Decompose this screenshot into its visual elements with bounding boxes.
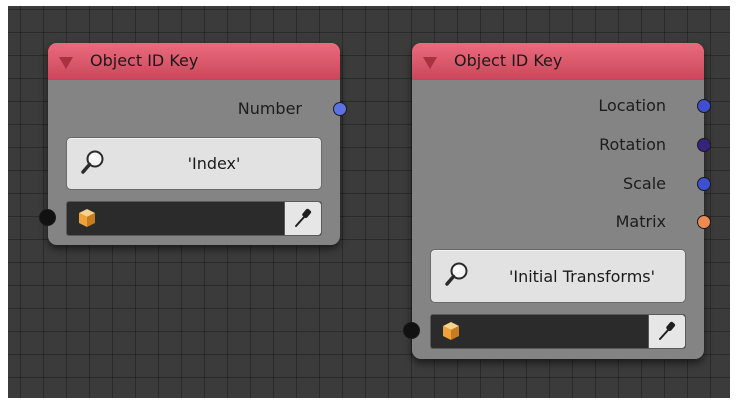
input-socket-object[interactable] xyxy=(403,322,420,339)
input-socket-object[interactable] xyxy=(39,209,56,226)
cube-icon xyxy=(79,209,95,227)
collapse-triangle-icon[interactable] xyxy=(423,57,437,69)
object-picker-field[interactable] xyxy=(66,201,322,236)
output-label-number: Number xyxy=(237,99,302,118)
output-socket-location[interactable] xyxy=(697,99,711,113)
search-icon xyxy=(445,262,468,286)
node-header[interactable]: Object ID Key xyxy=(48,43,340,80)
collapse-triangle-icon[interactable] xyxy=(59,57,73,69)
output-label-rotation: Rotation xyxy=(599,135,666,154)
output-socket-number[interactable] xyxy=(333,102,347,116)
eyedropper-icon xyxy=(295,208,312,227)
node-title: Object ID Key xyxy=(90,51,199,70)
eyedropper-icon xyxy=(659,321,676,340)
output-socket-matrix[interactable] xyxy=(697,215,711,229)
cube-icon xyxy=(443,322,459,340)
eyedropper-button[interactable] xyxy=(284,202,321,235)
search-icon xyxy=(81,150,104,174)
output-socket-rotation[interactable] xyxy=(697,138,711,152)
key-value: 'Initial Transforms' xyxy=(508,266,656,286)
output-label-scale: Scale xyxy=(622,174,666,193)
node-header[interactable]: Object ID Key xyxy=(412,43,704,80)
output-label-location: Location xyxy=(598,96,666,115)
object-id-key-node-1[interactable]: Object ID Key Number 'Index' xyxy=(39,43,347,245)
key-value: 'Index' xyxy=(187,154,241,173)
key-search-field[interactable]: 'Initial Transforms' xyxy=(430,249,686,303)
output-socket-scale[interactable] xyxy=(697,177,711,191)
output-label-matrix: Matrix xyxy=(615,212,666,231)
object-id-key-node-2[interactable]: Object ID Key Location Rotation Scale Ma… xyxy=(403,43,711,359)
eyedropper-button[interactable] xyxy=(648,315,685,348)
key-search-field[interactable]: 'Index' xyxy=(66,137,322,190)
node-title: Object ID Key xyxy=(454,51,563,70)
object-picker-field[interactable] xyxy=(430,314,686,349)
node-editor-canvas[interactable]: Object ID Key Number 'Index' Object ID K… xyxy=(8,6,730,398)
